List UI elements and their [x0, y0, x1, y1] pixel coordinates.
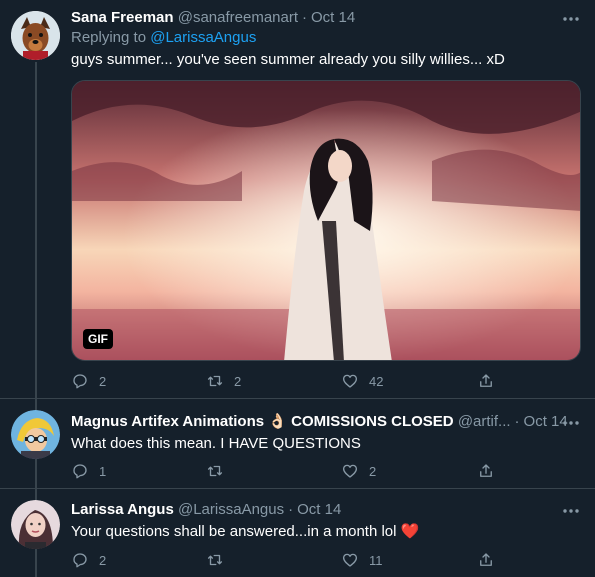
tweet-actions: 1 2 — [71, 461, 501, 481]
retweet-button[interactable] — [206, 550, 234, 570]
retweet-button[interactable] — [206, 461, 234, 481]
tweet-magnus[interactable]: Magnus Artifex Animations 👌🏻 COMISSIONS … — [0, 399, 595, 488]
reply-count: 1 — [99, 463, 107, 479]
replying-to: Replying to @LarissaAngus — [71, 28, 581, 48]
reply-button[interactable]: 2 — [71, 371, 106, 391]
reply-button[interactable]: 2 — [71, 550, 106, 570]
gif-badge: GIF — [83, 329, 113, 349]
separator-dot: · — [302, 9, 308, 26]
tweet-text: What does this mean. I HAVE QUESTIONS — [71, 435, 361, 452]
reply-count: 2 — [99, 373, 107, 389]
share-icon — [480, 464, 492, 477]
reply-icon — [73, 553, 87, 568]
like-button[interactable]: 42 — [341, 371, 383, 391]
retweet-icon — [207, 554, 223, 566]
more-icon[interactable] — [561, 504, 581, 516]
heart-icon — [342, 553, 358, 567]
user-handle[interactable]: @artif... — [458, 413, 511, 430]
more-icon[interactable] — [561, 12, 581, 24]
share-button[interactable] — [477, 461, 495, 481]
tweet-actions: 2 11 — [71, 550, 501, 570]
tweet-text-body: Your questions shall be answered...in a … — [71, 523, 397, 540]
retweet-button[interactable]: 2 — [206, 371, 241, 391]
user-handle[interactable]: @sanafreemanart — [178, 9, 298, 26]
tweet-actions: 2 2 42 — [71, 371, 501, 391]
tweet-text: guys summer... you've seen summer alread… — [71, 51, 505, 68]
display-name[interactable]: Magnus Artifex Animations — [71, 413, 264, 430]
tweet-header: Magnus Artifex Animations 👌🏻 COMISSIONS … — [71, 412, 581, 432]
heart-icon — [342, 374, 358, 388]
red-heart-emoji: ❤️ — [400, 523, 420, 540]
retweet-icon — [207, 465, 223, 477]
like-count: 42 — [369, 373, 384, 389]
separator-dot: · — [514, 413, 520, 430]
reply-icon — [73, 464, 87, 479]
tweet-larissa[interactable]: Larissa Angus @LarissaAngus · Oct 14 Your … — [0, 489, 595, 577]
gif-image — [72, 81, 580, 360]
tweet-media-gif[interactable]: GIF — [71, 80, 581, 361]
tweet-sana[interactable]: Sana Freeman @sanafreemanart · Oct 14 Repl… — [0, 0, 595, 398]
reply-button[interactable]: 1 — [71, 461, 106, 481]
more-icon[interactable] — [561, 416, 581, 428]
share-button[interactable] — [477, 371, 495, 391]
avatar-larissa[interactable] — [11, 500, 60, 549]
separator-dot: · — [288, 501, 294, 518]
heart-icon — [342, 464, 358, 478]
replying-label: Replying to — [71, 29, 147, 46]
display-name[interactable]: Larissa Angus — [71, 501, 174, 518]
share-icon — [480, 374, 492, 387]
replying-to-link[interactable]: @LarissaAngus — [150, 29, 256, 46]
reply-count: 2 — [99, 552, 107, 568]
like-count: 11 — [369, 552, 383, 568]
share-icon — [480, 553, 492, 566]
like-button[interactable]: 11 — [341, 550, 383, 570]
retweet-count: 2 — [234, 373, 242, 389]
tweet-text: Your questions shall be answered...in a … — [71, 522, 581, 542]
share-button[interactable] — [477, 550, 495, 570]
like-button[interactable]: 2 — [341, 461, 376, 481]
tweet-date[interactable]: Oct 14 — [297, 501, 341, 518]
user-handle[interactable]: @LarissaAngus — [178, 501, 284, 518]
display-name[interactable]: Sana Freeman — [71, 9, 174, 26]
display-name-suffix[interactable]: COMISSIONS CLOSED — [291, 413, 454, 430]
tweet-header: Larissa Angus @LarissaAngus · Oct 14 — [71, 500, 581, 520]
tweet-date[interactable]: Oct 14 — [311, 9, 355, 26]
like-count: 2 — [369, 463, 377, 479]
ok-hand-emoji: 👌🏻 — [268, 413, 287, 430]
tweet-header: Sana Freeman @sanafreemanart · Oct 14 — [71, 8, 581, 28]
reply-icon — [73, 374, 87, 389]
avatar-magnus[interactable] — [11, 410, 60, 459]
retweet-icon — [207, 375, 223, 387]
avatar-sana[interactable] — [11, 11, 60, 60]
